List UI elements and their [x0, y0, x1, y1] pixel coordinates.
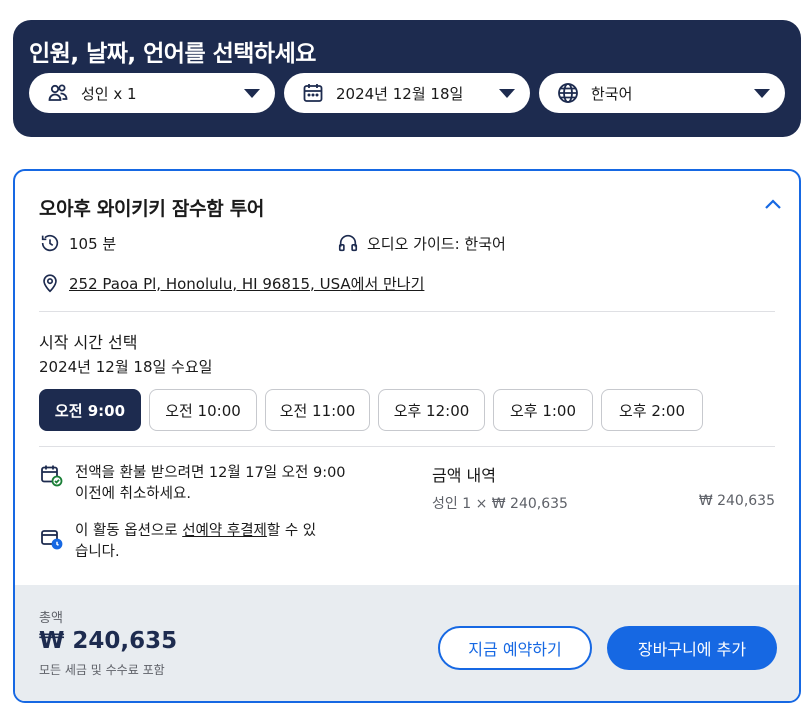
travelers-select[interactable]: 성인 x 1	[29, 73, 275, 113]
price-breakdown-title: 금액 내역	[432, 466, 496, 485]
headphones-icon	[338, 234, 358, 252]
divider	[39, 446, 775, 447]
time-slot-1100[interactable]: 오전 11:00	[265, 389, 370, 431]
time-slot-1000[interactable]: 오전 10:00	[149, 389, 257, 431]
meeting-address: 252 Paoa Pl, Honolulu, HI 96815, USA	[69, 274, 351, 293]
selected-date-text: 2024년 12월 18일 수요일	[39, 358, 213, 376]
chevron-down-icon	[244, 89, 260, 98]
activity-card: 오아후 와이키키 잠수함 투어 105 분 오디오 가이드: 한국어 252 P…	[13, 169, 801, 703]
calendar-check-icon	[41, 465, 63, 487]
time-slot-1400[interactable]: 오후 2:00	[601, 389, 703, 431]
time-slot-1300[interactable]: 오후 1:00	[493, 389, 593, 431]
meeting-point-row: 252 Paoa Pl, Honolulu, HI 96815, USA에서 만…	[39, 272, 424, 294]
time-slot-1200[interactable]: 오후 12:00	[378, 389, 485, 431]
refund-line-2: 이전에 취소하세요.	[75, 486, 191, 502]
meeting-point-link[interactable]: 252 Paoa Pl, Honolulu, HI 96815, USA에서 만…	[69, 273, 424, 294]
language-select[interactable]: 한국어	[539, 73, 785, 113]
meeting-suffix: 에서 만나기	[350, 274, 425, 293]
calendar-icon	[303, 84, 323, 102]
chevron-up-icon[interactable]	[763, 196, 783, 212]
refund-line-1: 전액을 환불 받으려면 12월 17일 오전 9:00	[75, 465, 346, 481]
total-amount: ₩ 240,635	[39, 628, 178, 654]
audio-guide-row: 오디오 가이드: 한국어	[337, 232, 506, 254]
refund-policy: 전액을 환불 받으려면 12월 17일 오전 9:00 이전에 취소하세요.	[75, 463, 346, 505]
reserve-suffix: 할 수 있	[266, 523, 317, 539]
total-label: 총액	[39, 611, 63, 626]
date-select[interactable]: 2024년 12월 18일	[284, 73, 530, 113]
checkout-footer: 총액 ₩ 240,635 모든 세금 및 수수료 포함 지금 예약하기 장바구니…	[15, 585, 799, 701]
date-label: 2024년 12월 18일	[336, 85, 464, 103]
add-to-cart-button[interactable]: 장바구니에 추가	[607, 626, 777, 670]
travelers-label: 성인 x 1	[81, 85, 137, 103]
price-line-amount: ₩ 240,635	[698, 493, 775, 509]
reserve-now-pay-later-link[interactable]: 선예약 후결제	[182, 523, 267, 539]
travelers-icon	[48, 84, 68, 101]
price-line-label: 성인 1 × ₩ 240,635	[432, 496, 568, 512]
clock-history-icon	[41, 234, 59, 252]
chevron-down-icon	[499, 89, 515, 98]
audio-guide-text: 오디오 가이드: 한국어	[367, 234, 506, 253]
globe-icon	[558, 83, 578, 103]
divider	[39, 311, 775, 312]
selection-header: 인원, 날짜, 언어를 선택하세요 성인 x 1 2024년 12월 18일 한…	[13, 20, 801, 137]
activity-title: 오아후 와이키키 잠수함 투어	[39, 198, 265, 220]
start-time-label: 시작 시간 선택	[39, 333, 138, 352]
duration-text: 105 분	[69, 234, 117, 253]
chevron-down-icon	[754, 89, 770, 98]
book-now-button[interactable]: 지금 예약하기	[438, 626, 592, 670]
total-note: 모든 세금 및 수수료 포함	[39, 663, 165, 677]
reserve-now-pay-later: 이 활동 옵션으로 선예약 후결제할 수 있 습니다.	[75, 521, 316, 563]
header-title: 인원, 날짜, 언어를 선택하세요	[29, 41, 316, 67]
language-label: 한국어	[591, 85, 633, 103]
duration-row: 105 분	[39, 232, 116, 254]
reserve-prefix: 이 활동 옵션으로	[75, 523, 183, 539]
map-pin-icon	[43, 274, 57, 293]
time-slot-0900[interactable]: 오전 9:00	[39, 389, 141, 431]
reserve-line-2: 습니다.	[75, 544, 120, 560]
wallet-clock-icon	[41, 530, 63, 550]
